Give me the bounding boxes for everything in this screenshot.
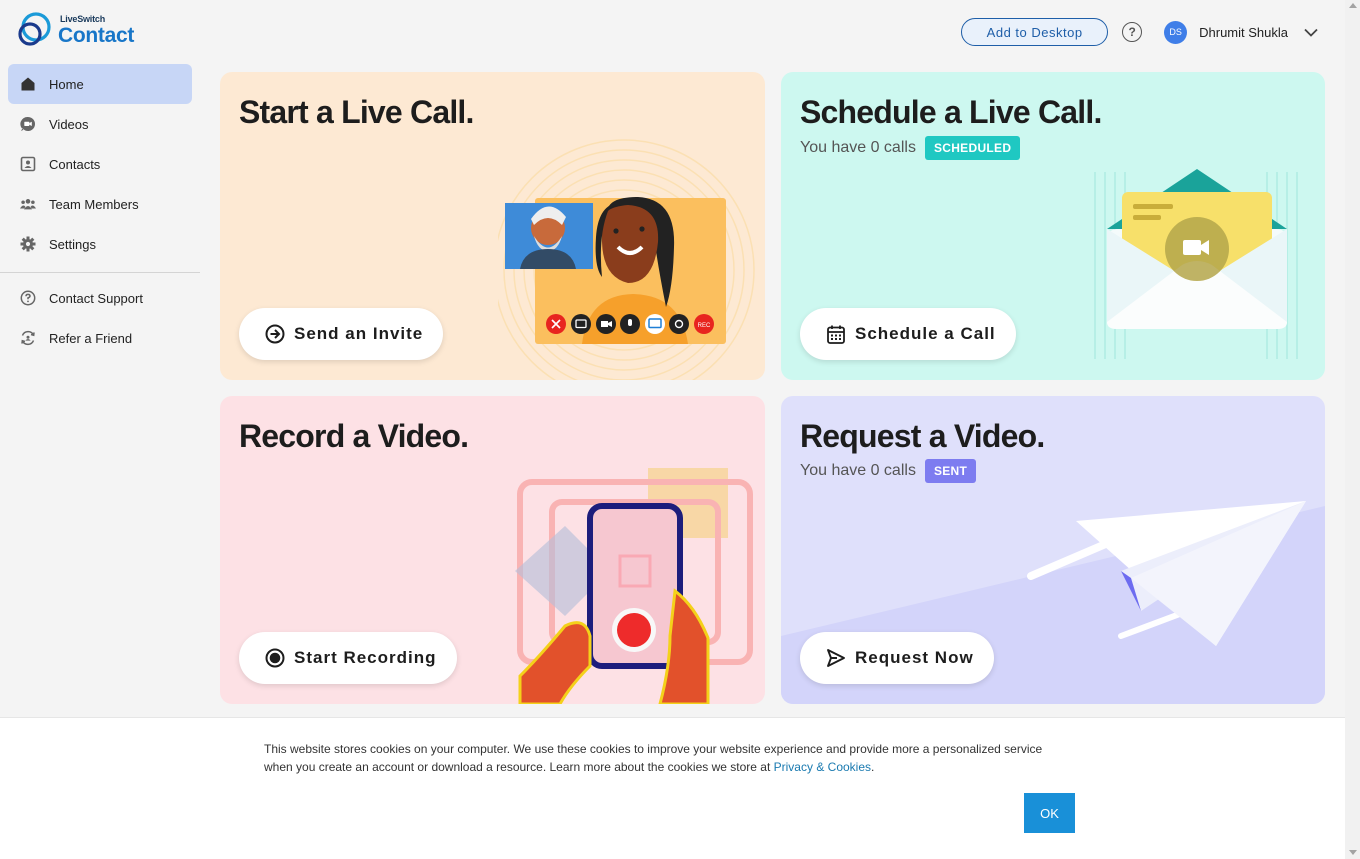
sidebar-divider (0, 272, 200, 273)
send-icon (826, 648, 846, 668)
schedule-call-button[interactable]: Schedule a Call (800, 308, 1016, 360)
sidebar-item-refer-a-friend[interactable]: Refer a Friend (8, 318, 192, 358)
chevron-down-icon[interactable] (1302, 23, 1320, 41)
home-icon (20, 76, 36, 92)
sidebar-item-label: Refer a Friend (49, 330, 133, 346)
arrow-circle-right-icon (265, 324, 285, 344)
scheduled-count: You have 0 calls SCHEDULED (800, 136, 1021, 160)
user-name[interactable]: Dhrumit Shukla (1199, 25, 1288, 40)
sidebar-item-label: Settings (49, 236, 96, 252)
paper-plane-illustration (1027, 501, 1306, 646)
video-chat-icon (20, 116, 36, 132)
status-badge: SCHEDULED (924, 136, 1021, 160)
envelope-illustration (1094, 169, 1298, 359)
sidebar-item-settings[interactable]: Settings (8, 224, 192, 264)
card-title: Schedule a Live Call. (800, 94, 1102, 130)
card-title: Record a Video. (239, 418, 469, 454)
scheduled-count-text: You have 0 calls (800, 139, 916, 156)
cookie-message-text: This website stores cookies on your comp… (264, 742, 1043, 774)
sidebar: Home Videos Contacts Team Members Settin… (0, 64, 200, 358)
start-recording-button[interactable]: Start Recording (239, 632, 457, 684)
card-title: Request a Video. (800, 418, 1045, 454)
logo-big-text: Contact (58, 23, 135, 47)
team-icon (20, 196, 36, 212)
sidebar-item-label: Team Members (49, 196, 139, 212)
record-icon (265, 648, 285, 668)
sent-count: You have 0 calls SENT (800, 459, 977, 483)
send-invite-button[interactable]: Send an Invite (239, 308, 444, 360)
question-circle-icon (20, 290, 36, 306)
sidebar-item-label: Videos (49, 116, 89, 132)
sidebar-item-team-members[interactable]: Team Members (8, 184, 192, 224)
sidebar-item-home[interactable]: Home (8, 64, 192, 104)
avatar[interactable]: DS (1164, 20, 1188, 44)
button-label: Schedule a Call (855, 324, 996, 343)
gear-icon (20, 236, 36, 252)
app-logo[interactable]: LiveSwitch Contact (16, 11, 146, 49)
cookie-message-period: . (871, 760, 875, 774)
logo-small-text: LiveSwitch (60, 13, 106, 24)
contacts-icon (20, 156, 36, 172)
phone-recording-illustration (515, 468, 753, 704)
scroll-down-arrow-icon[interactable] (1349, 850, 1357, 855)
button-label: Send an Invite (294, 324, 424, 343)
svg-text:REC: REC (698, 323, 711, 329)
record-video-card[interactable]: Record a Video. Start Recording (220, 396, 765, 704)
start-live-call-card[interactable]: Start a Live Call. REC Send an Invite (220, 72, 765, 380)
status-badge: SENT (924, 459, 977, 483)
cookie-ok-button[interactable]: OK (1024, 793, 1075, 833)
button-label: Start Recording (294, 648, 437, 667)
button-label: Request Now (855, 648, 974, 667)
schedule-live-call-card[interactable]: Schedule a Live Call. You have 0 calls S… (781, 72, 1325, 380)
request-video-card[interactable]: Request a Video. You have 0 calls SENT R… (781, 396, 1325, 704)
request-now-button[interactable]: Request Now (800, 632, 994, 684)
sidebar-item-label: Contact Support (49, 290, 143, 306)
sidebar-item-label: Home (49, 76, 84, 92)
cookie-message: This website stores cookies on your comp… (264, 740, 1064, 776)
video-call-illustration: REC (498, 139, 755, 380)
add-to-desktop-button[interactable]: Add to Desktop (961, 18, 1109, 46)
sent-count-text: You have 0 calls (800, 462, 916, 479)
sidebar-item-contact-support[interactable]: Contact Support (8, 278, 192, 318)
header-actions: Add to Desktop ? DS Dhrumit Shukla (961, 18, 1320, 46)
help-icon[interactable]: ? (1122, 22, 1143, 42)
sidebar-item-contacts[interactable]: Contacts (8, 144, 192, 184)
refer-icon (20, 330, 36, 346)
sidebar-item-label: Contacts (49, 156, 101, 172)
scrollbar[interactable] (1345, 0, 1360, 859)
privacy-cookies-link[interactable]: Privacy & Cookies (774, 760, 871, 774)
card-title: Start a Live Call. (239, 94, 474, 130)
sidebar-item-videos[interactable]: Videos (8, 104, 192, 144)
cookie-banner: This website stores cookies on your comp… (0, 717, 1345, 859)
liveswitch-logo-icon (18, 12, 51, 46)
calendar-icon (826, 324, 846, 344)
scroll-up-arrow-icon[interactable] (1349, 3, 1357, 8)
